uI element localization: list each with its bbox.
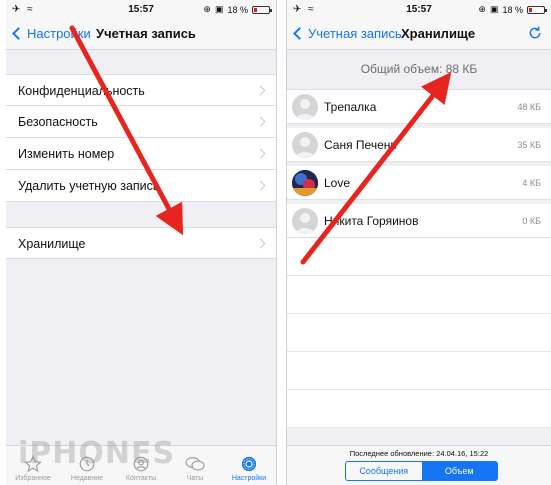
tab-label: Чаты — [186, 475, 204, 482]
tab-chats[interactable]: Чаты — [168, 446, 222, 485]
chat-name: Саня Печень — [324, 138, 397, 152]
battery-icon — [252, 5, 272, 14]
chevron-right-icon — [255, 180, 266, 191]
left-phone-screen: ✈ ≈ 15:57 ⊕ ▣ 18 % Настройки Учетная зап… — [6, 0, 277, 485]
chat-name: Никита Горяинов — [324, 214, 419, 228]
avatar-placeholder-icon — [292, 132, 318, 158]
chat-size: 0 КБ — [522, 216, 541, 226]
settings-item-change-number[interactable]: Изменить номер — [6, 138, 276, 170]
page-title: Хранилище — [401, 26, 476, 41]
tab-settings[interactable]: Настройки — [222, 446, 276, 485]
lock-rotation-icon: ⊕ — [478, 4, 486, 14]
empty-row — [287, 276, 551, 314]
back-button[interactable]: Учетная запись — [292, 26, 402, 41]
right-phone-screen: ✈ ≈ 15:57 ⊕ ▣ 18 % Учетная запись Хранил… — [286, 0, 551, 485]
nav-bar: Учетная запись Хранилище — [287, 20, 551, 50]
chat-size: 4 КБ — [522, 178, 541, 188]
tab-label: Настройки — [231, 475, 267, 482]
back-button[interactable]: Настройки — [11, 26, 91, 41]
screen-icon: ▣ — [489, 4, 499, 14]
last-update-label: Последнее обновление: 24.04.16, 15:22 — [349, 449, 489, 458]
status-right: ⊕ ▣ 18 % — [478, 4, 547, 15]
storage-chat-row[interactable]: Никита Горяинов 0 КБ — [287, 204, 551, 238]
empty-row — [287, 352, 551, 390]
total-size-label: Общий объем: 88 КБ — [287, 50, 551, 90]
chevron-left-icon — [12, 27, 25, 40]
battery-percent: 18 % — [502, 4, 523, 15]
status-bar: ✈ ≈ 15:57 ⊕ ▣ 18 % — [6, 0, 276, 20]
empty-row — [287, 390, 551, 428]
back-label: Учетная запись — [308, 26, 402, 41]
avatar-photo — [292, 170, 318, 196]
lock-rotation-icon: ⊕ — [203, 4, 211, 14]
chevron-left-icon — [293, 27, 306, 40]
storage-chat-row[interactable]: Трепалка 48 КБ — [287, 90, 551, 124]
settings-item-delete-account[interactable]: Удалить учетную запись — [6, 170, 276, 202]
chevron-right-icon — [255, 148, 266, 159]
tab-label: Контакты — [125, 475, 157, 482]
chevron-right-icon — [255, 238, 266, 249]
storage-chat-row[interactable]: Love 4 КБ — [287, 166, 551, 200]
back-label: Настройки — [27, 26, 91, 41]
avatar-placeholder-icon — [292, 208, 318, 234]
chat-size: 35 КБ — [517, 140, 541, 150]
settings-item-storage[interactable]: Хранилище — [6, 227, 276, 259]
settings-item-security[interactable]: Безопасность — [6, 106, 276, 138]
segmented-control: Сообщения Объем — [345, 461, 498, 481]
page-title: Учетная запись — [96, 26, 196, 41]
status-right: ⊕ ▣ 18 % — [203, 4, 272, 15]
item-label: Безопасность — [18, 115, 98, 129]
chats-icon — [185, 457, 205, 471]
chat-size: 48 КБ — [517, 102, 541, 112]
segment-volume[interactable]: Объем — [421, 462, 497, 480]
storage-chat-row[interactable]: Саня Печень 35 КБ — [287, 128, 551, 162]
watermark-logo: iPHONES — [18, 436, 176, 471]
battery-icon — [527, 5, 547, 14]
battery-percent: 18 % — [227, 4, 248, 15]
screen-icon: ▣ — [214, 4, 224, 14]
bottom-toolbar: Последнее обновление: 24.04.16, 15:22 Со… — [287, 445, 551, 485]
item-label: Удалить учетную запись — [18, 179, 160, 193]
chevron-right-icon — [255, 116, 266, 127]
tab-label: Избранное — [15, 475, 51, 482]
item-label: Изменить номер — [18, 147, 115, 161]
avatar-placeholder-icon — [292, 94, 318, 120]
empty-row — [287, 238, 551, 276]
item-label: Хранилище — [18, 237, 86, 251]
nav-bar: Настройки Учетная запись — [6, 20, 276, 50]
chevron-right-icon — [255, 85, 266, 96]
gear-icon — [241, 456, 257, 472]
status-bar: ✈ ≈ 15:57 ⊕ ▣ 18 % — [287, 0, 551, 20]
tab-label: Недавние — [70, 475, 104, 482]
item-label: Конфиденциальность — [18, 84, 145, 98]
refresh-icon[interactable] — [527, 25, 543, 46]
settings-item-privacy[interactable]: Конфиденциальность — [6, 74, 276, 106]
chat-name: Трепалка — [324, 100, 377, 114]
chat-name: Love — [324, 176, 351, 190]
empty-row — [287, 314, 551, 352]
segment-messages[interactable]: Сообщения — [346, 462, 422, 480]
